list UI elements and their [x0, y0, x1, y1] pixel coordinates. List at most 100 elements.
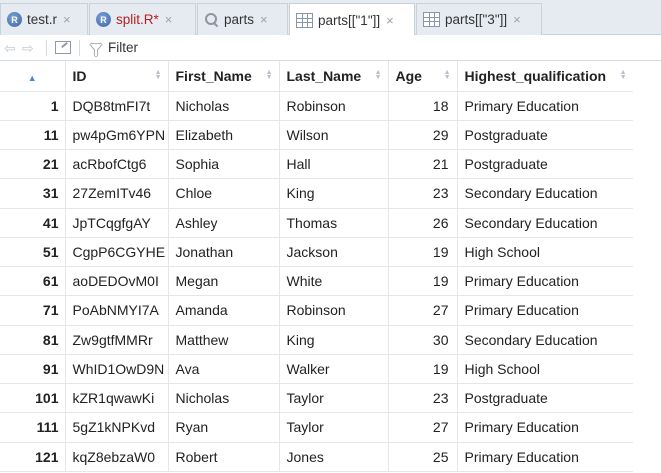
cell-highest-qualification: Secondary Education	[457, 178, 634, 209]
sort-arrows-icon: ▲ ▼	[265, 69, 273, 81]
table-row[interactable]: 91 WhID1OwD9N Ava Walker 19 High School	[0, 354, 634, 385]
sort-arrows-icon: ▲ ▼	[619, 69, 627, 81]
cell-last-name: King	[279, 325, 389, 355]
table-row[interactable]: 21 acRbofCtg6 Sophia Hall 21 Postgraduate	[0, 149, 634, 180]
tab-label: parts[["3"]]	[445, 12, 508, 27]
cell-last-name: Jones	[279, 442, 389, 472]
column-header-age[interactable]: Age ▲ ▼	[388, 61, 458, 92]
cell-id: 27ZemITv46	[65, 178, 169, 209]
row-number: 41	[0, 208, 66, 238]
cell-age: 19	[388, 266, 458, 297]
table-row[interactable]: 111 5gZ1kNPKvd Ryan Taylor 27 Primary Educati…	[0, 412, 634, 443]
close-icon[interactable]: ×	[63, 12, 71, 27]
cell-id: Zw9gtfMMRr	[65, 325, 169, 355]
toolbar-divider	[79, 39, 80, 56]
close-icon[interactable]: ×	[260, 12, 268, 27]
column-header-label: Highest_qualification	[464, 67, 607, 84]
cell-last-name: Thomas	[279, 208, 389, 238]
cell-highest-qualification: Postgraduate	[457, 383, 634, 414]
sort-ascending-icon: ▲	[27, 72, 37, 83]
table-row[interactable]: 1 DQB8tmFI7t Nicholas Robinson 18 Primary Edu…	[0, 91, 634, 121]
cell-first-name: Nicholas	[168, 383, 280, 414]
column-header-label: First_Name	[175, 67, 252, 84]
cell-age: 19	[388, 354, 458, 385]
data-grid: ▲ ID ▲ ▼ First_Name ▲ ▼ Last_Name ▲ ▼ Age ▲…	[0, 61, 661, 472]
cell-first-name: Robert	[168, 442, 280, 472]
row-number: 61	[0, 266, 66, 297]
cell-id: 5gZ1kNPKvd	[65, 412, 169, 443]
row-number-header[interactable]: ▲	[0, 61, 66, 92]
cell-age: 26	[388, 208, 458, 238]
cell-first-name: Chloe	[168, 178, 280, 209]
cell-first-name: Matthew	[168, 325, 280, 355]
table-row[interactable]: 51 CgpP6CGYHE Jonathan Jackson 19 High School	[0, 237, 634, 268]
cell-last-name: King	[279, 178, 389, 209]
close-icon[interactable]: ×	[513, 12, 521, 27]
filter-funnel-icon	[90, 44, 102, 56]
r-file-icon: R	[96, 12, 111, 27]
table-row[interactable]: 71 PoAbNMYI7A Amanda Robinson 27 Primary Educ…	[0, 295, 634, 326]
cell-last-name: Walker	[279, 354, 389, 385]
table-row[interactable]: 81 Zw9gtfMMRr Matthew King 30 Secondary Educa…	[0, 325, 634, 355]
cell-age: 21	[388, 149, 458, 180]
data-viewer-toolbar: ⇦ ⇨ Filter	[0, 35, 661, 61]
column-header-last-name[interactable]: Last_Name ▲ ▼	[279, 61, 389, 92]
column-header-first-name[interactable]: First_Name ▲ ▼	[168, 61, 280, 92]
sort-arrows-icon: ▲ ▼	[443, 69, 451, 81]
data-grid-icon	[296, 12, 313, 28]
tab-parts[interactable]: parts ×	[197, 3, 288, 35]
row-number: 31	[0, 178, 66, 209]
tab-label: split.R*	[116, 12, 159, 27]
filter-button[interactable]: Filter	[90, 40, 138, 56]
cell-highest-qualification: Postgraduate	[457, 120, 634, 151]
table-row[interactable]: 121 kqZ8ebzaW0 Robert Jones 25 Primary Educat…	[0, 442, 634, 472]
forward-arrow-icon[interactable]: ⇨	[22, 41, 38, 55]
tab-parts-3[interactable]: parts[["3"]] ×	[416, 3, 542, 35]
cell-last-name: White	[279, 266, 389, 297]
column-header-label: ID	[72, 67, 87, 84]
cell-highest-qualification: Primary Education	[457, 266, 634, 297]
table-row[interactable]: 41 JpTCqgfgAY Ashley Thomas 26 Secondary Educ…	[0, 208, 634, 238]
table-row[interactable]: 101 kZR1qwawKi Nicholas Taylor 23 Postgraduat…	[0, 383, 634, 414]
data-grid-icon	[423, 12, 440, 27]
cell-id: PoAbNMYI7A	[65, 295, 169, 326]
tab-test-r[interactable]: R test.r ×	[0, 3, 88, 35]
column-header-id[interactable]: ID ▲ ▼	[65, 61, 169, 92]
cell-first-name: Jonathan	[168, 237, 280, 268]
tab-label: parts[["1"]]	[318, 12, 381, 28]
cell-highest-qualification: Secondary Education	[457, 325, 634, 355]
cell-last-name: Robinson	[279, 295, 389, 326]
close-icon[interactable]: ×	[165, 12, 173, 27]
column-header-highest-qualification[interactable]: Highest_qualification ▲ ▼	[457, 61, 634, 92]
table-row[interactable]: 61 aoDEDOvM0I Megan White 19 Primary Educatio…	[0, 266, 634, 297]
cell-first-name: Ava	[168, 354, 280, 385]
tab-split-r[interactable]: R split.R* ×	[89, 3, 196, 35]
cell-first-name: Ryan	[168, 412, 280, 443]
cell-age: 30	[388, 325, 458, 355]
cell-first-name: Nicholas	[168, 91, 280, 121]
table-row[interactable]: 31 27ZemITv46 Chloe King 23 Secondary Educati…	[0, 178, 634, 209]
tab-parts-1[interactable]: parts[["1"]] ×	[289, 3, 415, 36]
cell-first-name: Sophia	[168, 149, 280, 180]
filter-label: Filter	[108, 40, 138, 55]
cell-last-name: Jackson	[279, 237, 389, 268]
cell-first-name: Amanda	[168, 295, 280, 326]
tab-label: test.r	[27, 12, 58, 27]
cell-age: 29	[388, 120, 458, 151]
cell-highest-qualification: Primary Education	[457, 91, 634, 121]
sort-arrows-icon: ▲ ▼	[374, 69, 382, 81]
row-number: 51	[0, 237, 66, 268]
back-arrow-icon[interactable]: ⇦	[4, 41, 20, 55]
close-icon[interactable]: ×	[386, 13, 394, 28]
cell-highest-qualification: Primary Education	[457, 295, 634, 326]
popout-window-icon[interactable]	[55, 41, 71, 54]
search-icon	[204, 12, 219, 27]
cell-last-name: Taylor	[279, 412, 389, 443]
table-row[interactable]: 11 pw4pGm6YPN Elizabeth Wilson 29 Postgraduat…	[0, 120, 634, 151]
row-number: 81	[0, 325, 66, 355]
cell-id: DQB8tmFI7t	[65, 91, 169, 121]
row-number: 111	[0, 412, 66, 443]
cell-first-name: Elizabeth	[168, 120, 280, 151]
cell-highest-qualification: Primary Education	[457, 412, 634, 443]
cell-highest-qualification: Postgraduate	[457, 149, 634, 180]
